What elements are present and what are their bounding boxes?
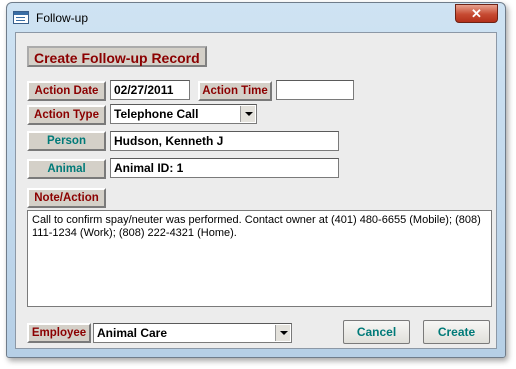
close-icon[interactable]: ✕ xyxy=(455,4,498,23)
cancel-button[interactable]: Cancel xyxy=(343,320,410,344)
form-body: Create Follow-up Record Action Date 02/2… xyxy=(15,32,497,349)
follow-up-window: Follow-up ✕ Create Follow-up Record Acti… xyxy=(6,2,506,358)
animal-field[interactable]: Animal ID: 1 xyxy=(110,158,339,178)
employee-label: Employee xyxy=(27,323,91,343)
window-title: Follow-up xyxy=(36,11,89,25)
employee-value: Animal Care xyxy=(97,326,168,340)
chevron-down-icon[interactable] xyxy=(275,325,290,341)
action-date-label: Action Date xyxy=(27,81,106,101)
create-button[interactable]: Create xyxy=(423,320,490,344)
action-time-label: Action Time xyxy=(198,81,272,101)
animal-button[interactable]: Animal xyxy=(27,159,106,179)
action-type-label: Action Type xyxy=(27,105,106,125)
form-heading: Create Follow-up Record xyxy=(27,46,207,67)
action-type-value: Telephone Call xyxy=(114,107,199,121)
action-type-combo[interactable]: Telephone Call xyxy=(110,104,257,124)
action-time-field[interactable] xyxy=(276,80,354,100)
employee-combo[interactable]: Animal Care xyxy=(93,323,292,343)
person-field[interactable]: Hudson, Kenneth J xyxy=(110,131,339,151)
person-button[interactable]: Person xyxy=(27,131,106,151)
note-action-label: Note/Action xyxy=(27,188,106,208)
action-date-field[interactable]: 02/27/2011 xyxy=(110,80,190,100)
chevron-down-icon[interactable] xyxy=(240,106,255,122)
title-bar[interactable]: Follow-up ✕ xyxy=(7,3,505,33)
form-window-icon xyxy=(13,11,29,24)
note-textarea[interactable]: Call to confirm spay/neuter was performe… xyxy=(27,210,492,307)
